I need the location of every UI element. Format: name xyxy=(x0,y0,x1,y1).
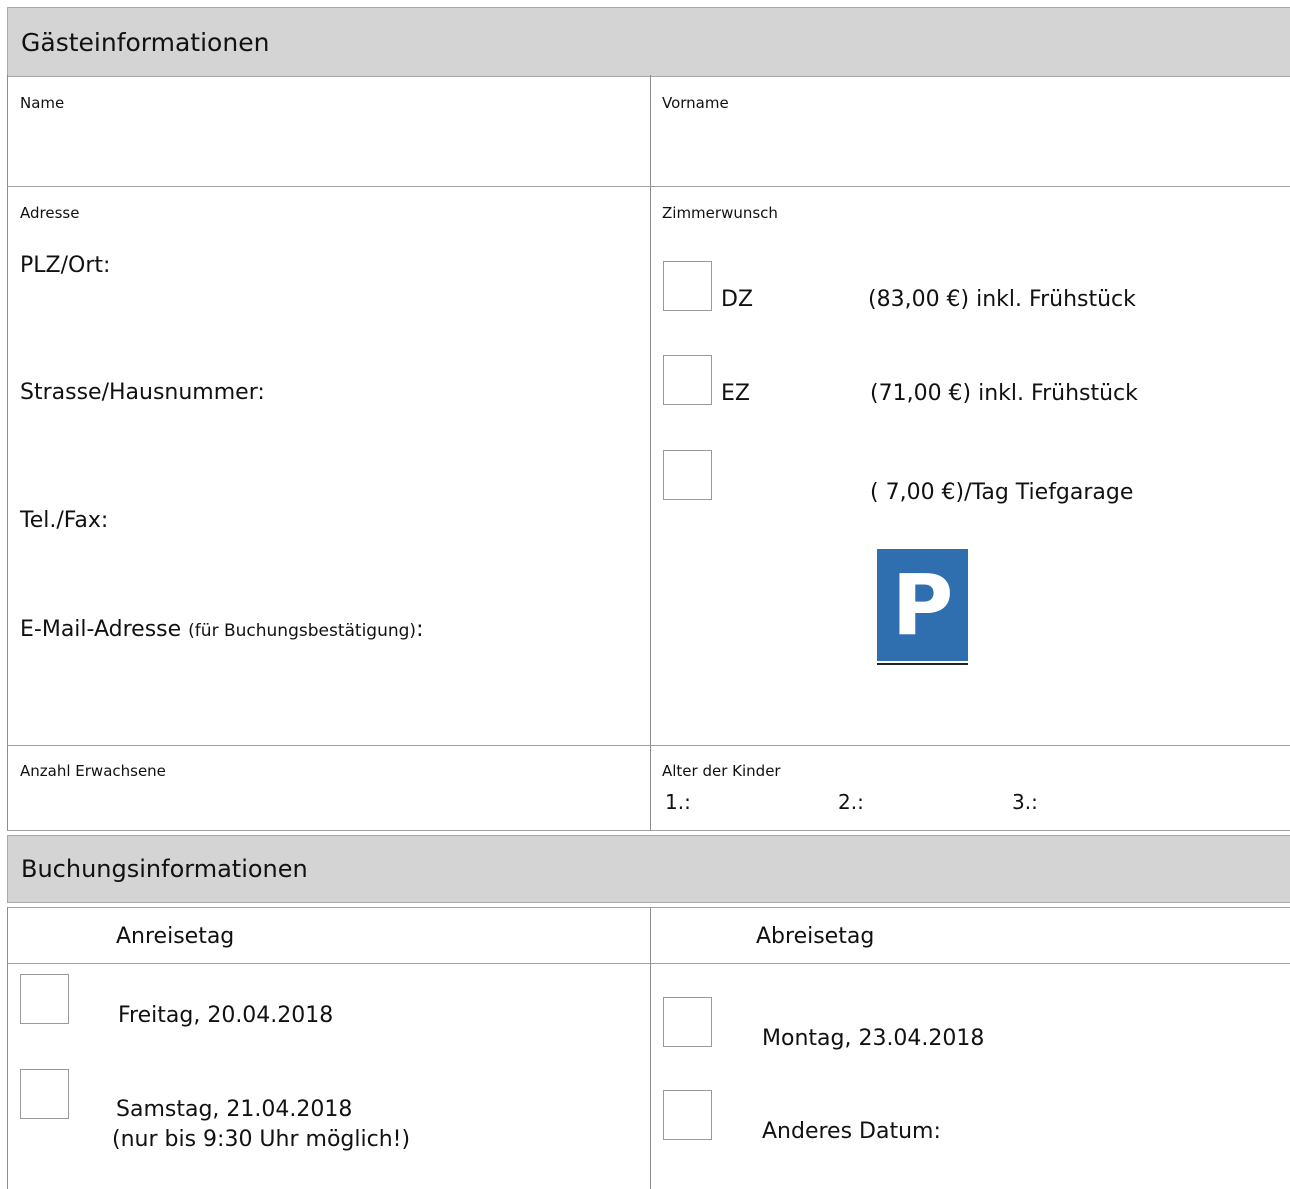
parking-sign-underline xyxy=(877,663,968,665)
adults-field[interactable] xyxy=(8,746,649,829)
vorname-field[interactable] xyxy=(651,76,1289,185)
email-label[interactable]: E-Mail-Adresse (für Buchungsbestätigung)… xyxy=(20,617,423,642)
room-price-dz: (83,00 €) inkl. Frühstück xyxy=(868,287,1136,312)
checkbox-tiefgarage[interactable] xyxy=(663,450,712,500)
arrival-option-saturday: Samstag, 21.04.2018 xyxy=(116,1097,353,1122)
room-code-ez: EZ xyxy=(721,381,750,406)
room-code-dz: DZ xyxy=(721,287,754,312)
row-divider-3 xyxy=(7,830,1290,831)
departure-option-monday: Montag, 23.04.2018 xyxy=(762,1026,985,1051)
booking-border-left xyxy=(7,907,8,1189)
booking-row-divider xyxy=(7,963,1290,964)
checkbox-departure-monday[interactable] xyxy=(663,997,712,1047)
strasse-hausnummer-label[interactable]: Strasse/Hausnummer: xyxy=(20,380,265,405)
email-label-note: (für Buchungsbestätigung) xyxy=(188,621,417,641)
children-label: Alter der Kinder xyxy=(662,762,781,780)
child-age-2[interactable]: 2.: xyxy=(838,790,864,814)
guest-info-header: Gästeinformationen xyxy=(7,7,1290,77)
tel-fax-label[interactable]: Tel./Fax: xyxy=(20,508,108,533)
departure-option-other: Anderes Datum: xyxy=(762,1119,941,1144)
checkbox-arrival-saturday[interactable] xyxy=(20,1069,69,1119)
checkbox-departure-other[interactable] xyxy=(663,1090,712,1140)
booking-top-border xyxy=(7,907,1290,908)
child-age-3[interactable]: 3.: xyxy=(1012,790,1038,814)
guest-info-title: Gästeinformationen xyxy=(21,28,270,57)
arrival-label: Anreisetag xyxy=(116,924,235,949)
checkbox-ez[interactable] xyxy=(663,355,712,405)
booking-info-header: Buchungsinformationen xyxy=(7,835,1290,903)
table-column-divider xyxy=(650,75,651,830)
departure-label: Abreisetag xyxy=(756,924,875,949)
name-field[interactable] xyxy=(8,76,649,185)
arrival-option-friday: Freitag, 20.04.2018 xyxy=(118,1003,334,1028)
child-age-1[interactable]: 1.: xyxy=(665,790,691,814)
adresse-label: Adresse xyxy=(20,204,80,222)
email-label-text: E-Mail-Adresse xyxy=(20,617,182,642)
parking-sign-icon: P xyxy=(877,549,968,661)
table-border-left xyxy=(7,75,8,830)
tiefgarage-price: ( 7,00 €)/Tag Tiefgarage xyxy=(870,480,1134,505)
booking-info-title: Buchungsinformationen xyxy=(21,855,308,883)
checkbox-arrival-friday[interactable] xyxy=(20,974,69,1024)
plz-ort-label[interactable]: PLZ/Ort: xyxy=(20,253,110,278)
room-price-ez: (71,00 €) inkl. Frühstück xyxy=(870,381,1138,406)
checkbox-dz[interactable] xyxy=(663,261,712,311)
parking-sign-letter: P xyxy=(891,556,954,654)
email-label-colon: : xyxy=(416,617,424,642)
row-divider-1 xyxy=(7,186,1290,187)
booking-column-divider xyxy=(650,907,651,1189)
zimmerwunsch-label: Zimmerwunsch xyxy=(662,204,778,222)
arrival-option-note: (nur bis 9:30 Uhr möglich!) xyxy=(112,1127,411,1152)
